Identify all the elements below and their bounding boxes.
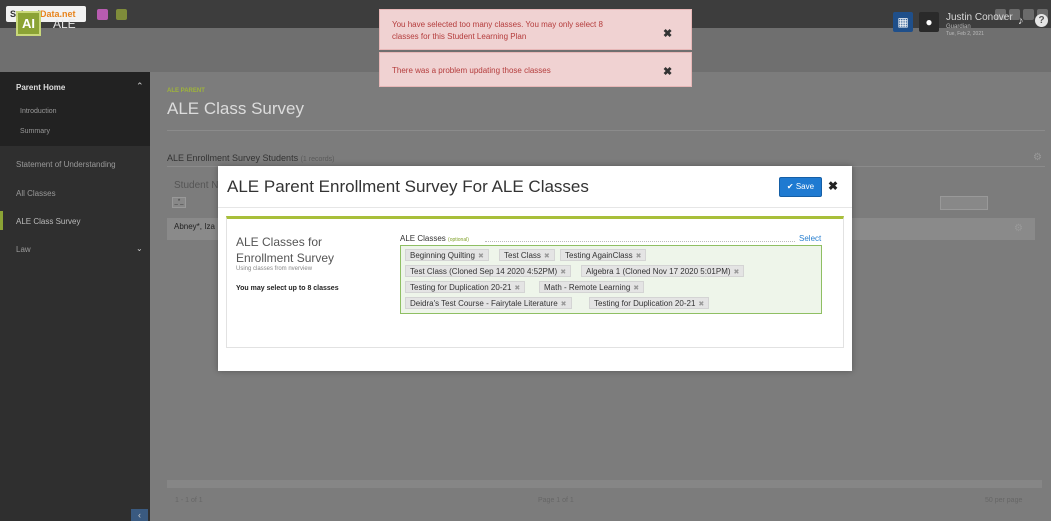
user-name[interactable]: Justin Conover: [946, 12, 1013, 23]
sidebar-item-summary[interactable]: Summary: [20, 128, 50, 135]
class-tag[interactable]: Testing for Duplication 20-21 ✖: [589, 297, 710, 309]
pager-range: 1 - 1 of 1: [175, 497, 203, 504]
remove-tag-icon[interactable]: ✖: [544, 253, 550, 260]
save-button[interactable]: ✔ Save: [779, 177, 822, 197]
sidebar-item-ale-class-survey[interactable]: ALE Class Survey: [16, 217, 80, 226]
remove-tag-icon[interactable]: ✖: [514, 285, 520, 292]
chevron-up-icon[interactable]: ⌃: [136, 81, 144, 92]
sidebar: [0, 72, 150, 521]
breadcrumb: ALE PARENT: [167, 88, 205, 94]
close-icon[interactable]: ✖: [828, 179, 838, 193]
page-title: ALE Class Survey: [167, 99, 304, 118]
error-toast-update: There was a problem updating those class…: [379, 52, 692, 87]
sidebar-item-all-classes[interactable]: All Classes: [16, 189, 56, 198]
spy-avatar-icon[interactable]: ●: [919, 12, 939, 32]
class-tag[interactable]: Math - Remote Learning ✖: [539, 281, 645, 293]
class-tag[interactable]: Beginning Quilting ✖: [405, 249, 489, 261]
per-page-select[interactable]: 50 per page: [985, 497, 1022, 504]
sidebar-item-law[interactable]: Law: [16, 245, 31, 254]
remove-tag-icon[interactable]: ✖: [561, 301, 567, 308]
class-tag[interactable]: Test Class (Cloned Sep 14 2020 4:52PM) ✖: [405, 265, 572, 277]
class-tag[interactable]: Deidra's Test Course - Fairytale Literat…: [405, 297, 572, 309]
check-icon: ✔: [786, 182, 794, 191]
card-note: You may select up to 8 classes: [236, 285, 339, 292]
class-tag[interactable]: Algebra 1 (Cloned Nov 17 2020 5:01PM) ✖: [581, 265, 745, 277]
bell-icon[interactable]: ♪: [1018, 15, 1024, 27]
divider: [218, 207, 852, 208]
select-link[interactable]: Select: [799, 234, 821, 243]
remove-tag-icon[interactable]: ✖: [636, 253, 642, 260]
divider: [167, 130, 1045, 131]
horizontal-scrollbar[interactable]: [167, 480, 1042, 488]
row-settings-gear-icon[interactable]: ⚙: [1014, 223, 1023, 234]
class-tag[interactable]: Test Class ✖: [499, 249, 555, 261]
user-date: Tue, Feb 2, 2021: [946, 31, 984, 37]
optional-label: (optional): [448, 237, 469, 243]
sidebar-item-statement[interactable]: Statement of Understanding: [16, 160, 116, 169]
class-tag[interactable]: Testing AgainClass ✖: [560, 249, 647, 261]
dotted-leader: [485, 241, 795, 242]
sidebar-active-indicator: [0, 211, 3, 230]
close-icon[interactable]: ✖: [663, 65, 672, 78]
remove-tag-icon[interactable]: ✖: [698, 301, 704, 308]
remove-tag-icon[interactable]: ✖: [560, 269, 566, 276]
user-role: Guardian: [946, 24, 971, 30]
student-name-cell: Abney*, Iza: [174, 222, 215, 231]
ale-app-icon[interactable]: AI: [16, 11, 41, 36]
pager-page[interactable]: Page 1 of 1: [538, 497, 574, 504]
grid-header-student[interactable]: Student N: [174, 180, 218, 191]
toast-line-1: You have selected too many classes. You …: [392, 20, 603, 29]
record-count: (1 records): [300, 156, 335, 163]
help-icon[interactable]: ?: [1035, 14, 1048, 27]
settings-gear-icon[interactable]: ⚙: [1033, 152, 1042, 163]
section-title: ALE Enrollment Survey Students (1 record…: [167, 153, 335, 163]
remove-tag-icon[interactable]: ✖: [734, 269, 740, 276]
chevron-down-icon[interactable]: ⌄: [136, 244, 143, 253]
error-toast-too-many: You have selected too many classes. You …: [379, 9, 692, 50]
toolbar-icon-3[interactable]: [1023, 9, 1034, 20]
card-heading: ALE Classes for: [236, 235, 323, 249]
grid-filter-input[interactable]: [940, 196, 988, 210]
toast-message: There was a problem updating those class…: [392, 66, 551, 75]
app-switch-icon[interactable]: [97, 9, 108, 20]
module-icon[interactable]: [116, 9, 127, 20]
remove-tag-icon[interactable]: ✖: [633, 285, 639, 292]
close-icon[interactable]: ✖: [663, 27, 672, 40]
collapse-sidebar-button[interactable]: ‹: [131, 509, 148, 521]
toast-line-2: classes for this Student Learning Plan: [392, 32, 527, 41]
calendar-icon[interactable]: ▦: [893, 12, 913, 32]
remove-tag-icon[interactable]: ✖: [478, 253, 484, 260]
card-subtext: Using classes from nverview: [236, 266, 313, 272]
card-heading-2: Enrollment Survey: [236, 251, 335, 265]
filter-input[interactable]: _*_: [172, 197, 186, 208]
field-label: ALE Classes (optional): [400, 234, 469, 243]
modal-title: ALE Parent Enrollment Survey For ALE Cla…: [227, 177, 589, 196]
sidebar-group-title[interactable]: Parent Home: [16, 83, 65, 92]
app-name: ALE: [53, 17, 76, 31]
class-tag[interactable]: Testing for Duplication 20-21 ✖: [405, 281, 526, 293]
sidebar-item-introduction[interactable]: Introduction: [20, 108, 57, 115]
